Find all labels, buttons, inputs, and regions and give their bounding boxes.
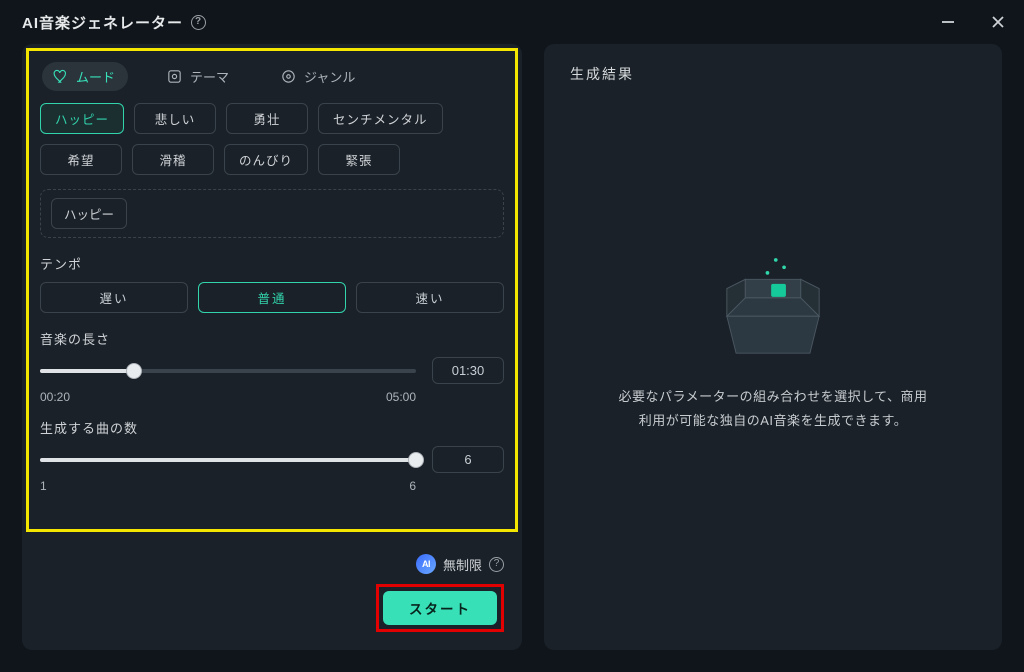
length-value: 01:30 [432, 357, 504, 384]
content: ムード テーマ ジャンル ハッピー 悲しい 勇壮 センチメンタル 希望 滑稽 [0, 44, 1024, 672]
length-max: 05:00 [386, 390, 416, 404]
ai-badge-icon: AI [416, 554, 436, 574]
window-controls [934, 8, 1012, 36]
tab-theme-label: テーマ [190, 67, 229, 86]
tab-genre-label: ジャンル [304, 67, 355, 86]
results-empty: 必要なパラメーターの組み合わせを選択して、商用 利用が可能な独自のAI音楽を生成… [570, 90, 976, 630]
count-block: 生成する曲の数 6 1 6 [40, 418, 504, 493]
count-slider[interactable] [40, 451, 416, 469]
unlimited-label: 無制限 [443, 555, 482, 574]
category-tabs: ムード テーマ ジャンル [40, 58, 504, 103]
length-min: 00:20 [40, 390, 70, 404]
layers-icon [166, 68, 183, 85]
tempo-slow[interactable]: 遅い [40, 282, 188, 313]
mood-heroic[interactable]: 勇壮 [226, 103, 308, 134]
length-slider-thumb[interactable] [126, 363, 142, 379]
length-slider[interactable] [40, 362, 416, 380]
length-label: 音楽の長さ [40, 329, 504, 348]
count-value: 6 [432, 446, 504, 473]
unlimited-row: AI 無制限 ? [416, 554, 504, 574]
tab-theme[interactable]: テーマ [156, 62, 242, 91]
results-panel: 生成結果 必要なパラメーターの組み合わせを選択して、商用 利用が可能な独自のAI… [544, 44, 1002, 650]
mood-sentimental[interactable]: センチメンタル [318, 103, 443, 134]
highlight-box-red: スタート [376, 584, 504, 632]
tab-mood[interactable]: ムード [42, 62, 128, 91]
close-button[interactable] [984, 8, 1012, 36]
tempo-options: 遅い 普通 速い [40, 282, 504, 313]
tab-mood-label: ムード [76, 67, 115, 86]
results-title: 生成結果 [570, 64, 976, 84]
mood-happy[interactable]: ハッピー [40, 103, 124, 134]
count-slider-fill [40, 458, 416, 462]
tab-genre[interactable]: ジャンル [270, 62, 368, 91]
settings-footer: AI 無制限 ? スタート [40, 548, 504, 632]
selected-tag[interactable]: ハッピー [51, 198, 127, 229]
mood-sad[interactable]: 悲しい [134, 103, 216, 134]
empty-line-2: 利用が可能な独自のAI音楽を生成できます。 [618, 409, 927, 433]
count-label: 生成する曲の数 [40, 418, 504, 437]
count-max: 6 [409, 479, 416, 493]
empty-line-1: 必要なパラメーターの組み合わせを選択して、商用 [618, 385, 927, 409]
unlimited-help-icon[interactable]: ? [489, 557, 504, 572]
mood-hope[interactable]: 希望 [40, 144, 122, 175]
tempo-label: テンポ [40, 254, 504, 273]
start-button[interactable]: スタート [383, 591, 497, 625]
open-box-icon [698, 247, 848, 367]
window-title: AI音楽ジェネレーター [22, 12, 183, 33]
tempo-normal[interactable]: 普通 [198, 282, 346, 313]
tempo-fast[interactable]: 速い [356, 282, 504, 313]
minimize-button[interactable] [934, 8, 962, 36]
disc-icon [280, 68, 297, 85]
heart-icon [52, 68, 69, 85]
length-block: 音楽の長さ 01:30 00:20 05:00 [40, 329, 504, 404]
help-icon[interactable]: ? [191, 15, 206, 30]
empty-text: 必要なパラメーターの組み合わせを選択して、商用 利用が可能な独自のAI音楽を生成… [618, 385, 927, 433]
titlebar: AI音楽ジェネレーター ? [0, 0, 1024, 44]
settings-panel: ムード テーマ ジャンル ハッピー 悲しい 勇壮 センチメンタル 希望 滑稽 [22, 44, 522, 650]
length-slider-fill [40, 369, 134, 373]
window-title-group: AI音楽ジェネレーター ? [22, 12, 206, 33]
count-slider-thumb[interactable] [408, 452, 424, 468]
mood-tense[interactable]: 緊張 [318, 144, 400, 175]
mood-laidback[interactable]: のんびり [224, 144, 308, 175]
selected-tags: ハッピー [40, 189, 504, 238]
mood-options: ハッピー 悲しい 勇壮 センチメンタル 希望 滑稽 のんびり 緊張 [40, 103, 504, 175]
mood-comical[interactable]: 滑稽 [132, 144, 214, 175]
count-min: 1 [40, 479, 47, 493]
